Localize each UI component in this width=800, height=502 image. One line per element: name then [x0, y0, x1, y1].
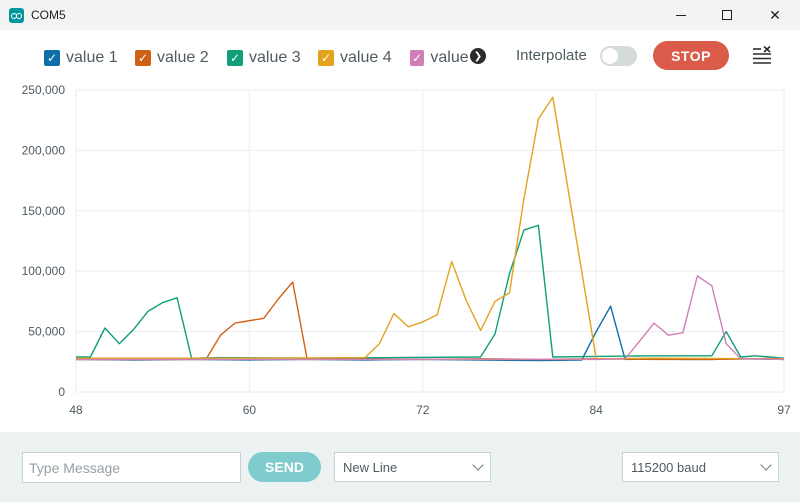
checkbox-value-4[interactable]: ✓ — [318, 50, 334, 66]
baud-rate-value: 115200 baud — [631, 459, 706, 475]
close-button[interactable]: ✕ — [752, 0, 798, 30]
y-tick-label: 50,000 — [28, 325, 65, 339]
line-ending-value: New Line — [343, 459, 398, 475]
x-tick-label: 97 — [777, 403, 791, 417]
y-tick-label: 150,000 — [22, 204, 66, 218]
line-chart: 0 50,000 100,000 150,000 200,000 250,000 48 60 7… — [22, 84, 791, 417]
legend-item-value-2[interactable]: ✓ value 2 — [135, 48, 209, 68]
legend-label: value 1 — [66, 49, 118, 66]
clear-list-icon[interactable] — [752, 46, 772, 64]
chevron-down-icon — [760, 459, 772, 471]
window-title: COM5 — [31, 8, 66, 22]
interpolate-label: Interpolate — [516, 47, 587, 64]
y-tick-label: 200,000 — [22, 143, 66, 157]
x-tick-label: 84 — [589, 403, 603, 417]
baud-rate-select[interactable]: 115200 baud — [622, 452, 779, 482]
legend-item-value-1[interactable]: ✓ value 1 — [44, 48, 118, 68]
chevron-down-icon — [472, 459, 484, 471]
legend-label: value 4 — [340, 49, 392, 66]
maximize-icon — [722, 10, 732, 20]
y-tick-label: 0 — [58, 385, 65, 399]
arduino-icon — [9, 8, 24, 23]
interpolate-toggle[interactable] — [600, 46, 637, 66]
checkbox-value-2[interactable]: ✓ — [135, 50, 151, 66]
send-button[interactable]: SEND — [248, 452, 321, 482]
title-bar: COM5 ✕ — [0, 0, 800, 30]
close-icon: ✕ — [769, 6, 781, 23]
minimize-button[interactable] — [658, 0, 704, 30]
plot-area: 0 50,000 100,000 150,000 200,000 250,000 48 60 7… — [0, 84, 800, 422]
x-tick-label: 60 — [243, 403, 257, 417]
toggle-knob — [602, 48, 618, 64]
stop-button[interactable]: STOP — [653, 41, 729, 70]
chevron-right-icon: ❯ — [473, 50, 483, 62]
series-line-value-3 — [76, 224, 785, 359]
y-tick-label: 100,000 — [22, 264, 66, 278]
checkbox-value-5[interactable]: ✓ — [410, 50, 425, 66]
legend-label: value 3 — [249, 49, 301, 66]
legend-label: value 2 — [157, 49, 209, 66]
x-tick-label: 48 — [69, 403, 83, 417]
line-ending-select[interactable]: New Line — [334, 452, 491, 482]
x-tick-label: 72 — [416, 403, 430, 417]
message-input[interactable] — [22, 452, 241, 483]
legend-scroll-button[interactable]: ❯ — [470, 48, 486, 64]
checkbox-value-1[interactable]: ✓ — [44, 50, 60, 66]
message-bar: SEND New Line 115200 baud — [0, 432, 800, 502]
maximize-button[interactable] — [704, 0, 750, 30]
minimize-icon — [676, 14, 686, 16]
checkbox-value-3[interactable]: ✓ — [227, 50, 243, 66]
legend-item-value-4[interactable]: ✓ value 4 — [318, 48, 392, 68]
legend-item-value-3[interactable]: ✓ value 3 — [227, 48, 301, 68]
y-tick-label: 250,000 — [22, 84, 66, 97]
